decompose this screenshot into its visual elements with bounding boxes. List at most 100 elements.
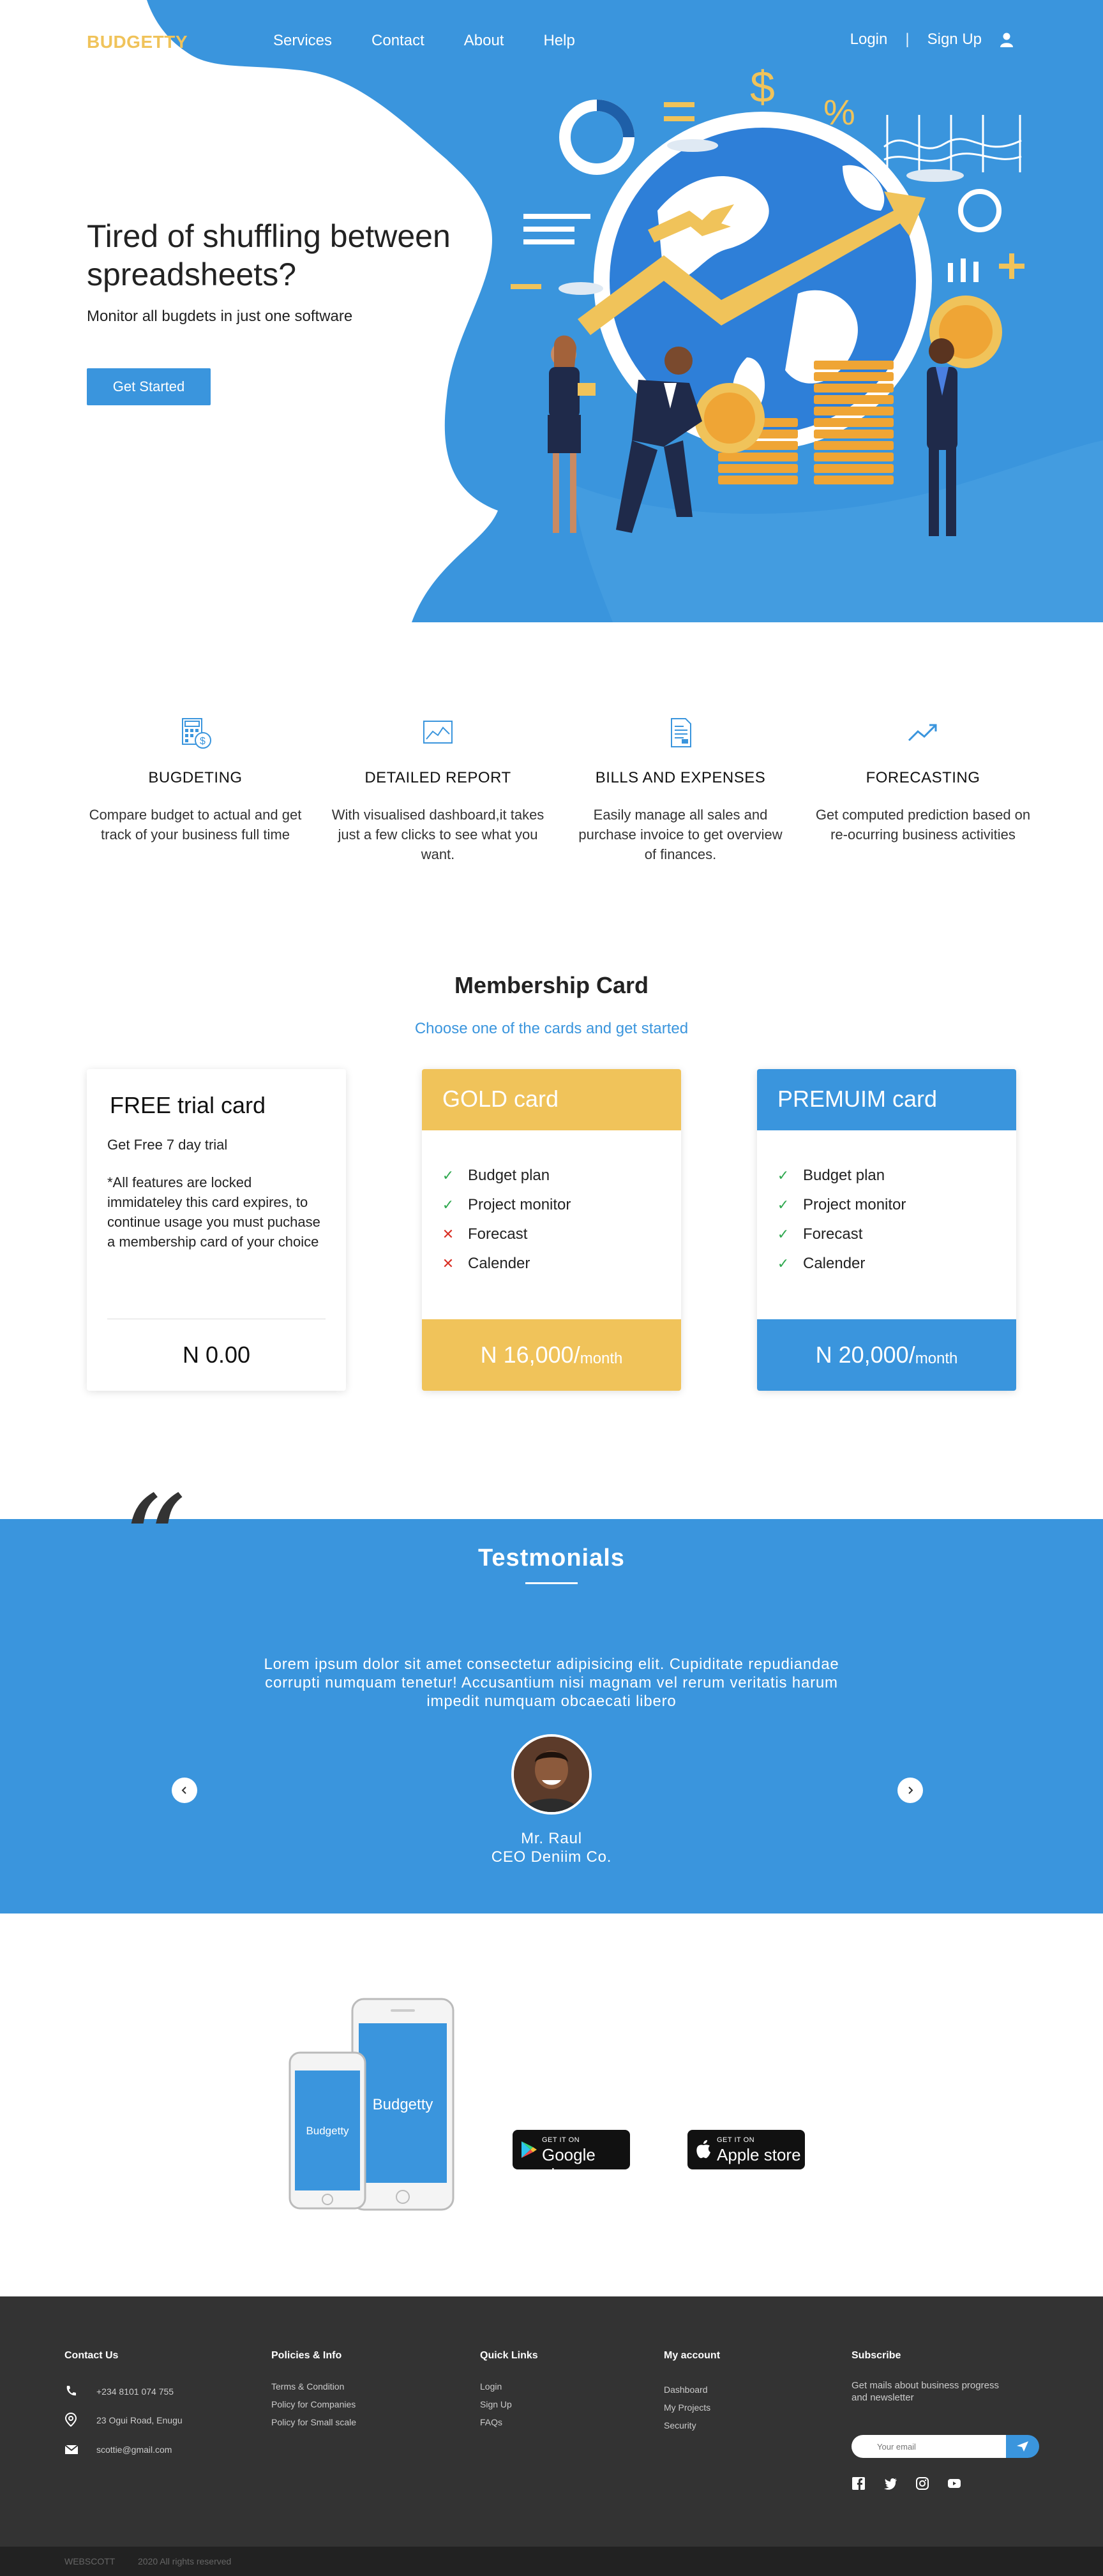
cross-icon: ✕: [442, 1226, 454, 1242]
testimonials-title: Testmonials: [478, 1545, 625, 1571]
card-price: N 20,000/: [815, 1342, 915, 1368]
footer-link-dashboard[interactable]: Dashboard: [664, 2385, 708, 2395]
card-title: GOLD card: [422, 1069, 681, 1130]
footer-address: 23 Ogui Road, Enugu: [96, 2415, 183, 2425]
footer-contact-title: Contact Us: [64, 2350, 119, 2361]
feature-title: BILLS AND EXPENSES: [595, 769, 766, 786]
testimonial-author: Mr. Raul CEO Deniim Co.: [0, 1829, 1103, 1866]
phone-icon: [66, 2386, 76, 2396]
copyright-text: 2020 All rights reserved: [138, 2556, 232, 2566]
check-icon: ✓: [777, 1197, 790, 1213]
gold-card[interactable]: GOLD card ✓ Budget plan ✓ Project monitor …: [422, 1069, 681, 1391]
list-item: ✓ Project monitor: [777, 1196, 906, 1213]
twitter-icon[interactable]: [883, 2476, 897, 2490]
footer-account-title: My account: [664, 2350, 721, 2361]
store-caption: GET IT ON: [717, 2136, 755, 2144]
check-icon: ✓: [777, 1255, 790, 1271]
location-icon: [64, 2413, 77, 2427]
free-trial-card[interactable]: FREE trial card Get Free 7 day trial *Al…: [87, 1069, 346, 1391]
footer-link-faqs[interactable]: FAQs: [480, 2417, 502, 2427]
footer-link-policy-small-scale[interactable]: Policy for Small scale: [271, 2417, 356, 2427]
footer-policies-title: Policies & Info: [271, 2350, 342, 2361]
phone-app-label: Budgetty: [373, 2096, 433, 2113]
card-price: N 0.00: [182, 1342, 251, 1368]
list-item: ✓ Project monitor: [442, 1196, 571, 1213]
feature-text: Compare budget to actual and get track o…: [89, 807, 302, 842]
premium-card[interactable]: PREMUIM card ✓ Budget plan ✓ Project monit…: [757, 1069, 1016, 1391]
feature-bills-expenses: BILLS AND EXPENSES Easily manage all sal…: [572, 715, 789, 864]
instagram-icon[interactable]: [915, 2476, 929, 2490]
copyright-brand: WEBSCOTT: [64, 2556, 116, 2566]
list-item: ✓ Forecast: [777, 1225, 863, 1243]
feature-title: DETAILED REPORT: [364, 769, 511, 786]
feature-text: Easily manage all sales and purchase inv…: [578, 807, 783, 862]
phone-mockups: Budgetty Budgetty: [289, 1998, 454, 2211]
subscribe-text: Get mails about business progress and ne…: [852, 2380, 999, 2403]
store-caption: GET IT ON: [542, 2136, 580, 2144]
membership-title: Membership Card: [454, 972, 649, 998]
footer-phone: +234 8101 074 755: [96, 2386, 174, 2397]
store-name: Google play: [542, 2145, 596, 2184]
check-icon: ✓: [442, 1197, 454, 1213]
mail-icon: [64, 2445, 79, 2454]
google-play-button[interactable]: GET IT ON Google play: [513, 2130, 630, 2184]
card-title: FREE trial card: [110, 1092, 266, 1118]
footer: Contact Us +234 8101 074 755 23 Ogui Roa…: [0, 2296, 1103, 2547]
hero-section: BUDGETTY Services Contact About Help Log…: [0, 0, 1103, 622]
person-portrait-icon: [514, 1737, 589, 1812]
avatar: [511, 1734, 592, 1815]
apple-store-button[interactable]: GET IT ON Apple store: [687, 2130, 805, 2169]
feature-detailed-report: DETAILED REPORT With visualised dashboar…: [329, 715, 546, 864]
hero-finance-illustration: $ %: [511, 62, 1024, 536]
price-period: month: [915, 1350, 958, 1367]
svg-text:$: $: [200, 736, 206, 747]
author-name: Mr. Raul: [521, 1830, 582, 1847]
google-play-icon: [521, 2141, 537, 2158]
footer-link-my-projects[interactable]: My Projects: [664, 2402, 710, 2413]
features-section: $ BUGDETING Compare budget to actual and…: [87, 715, 1030, 868]
facebook-icon[interactable]: [852, 2476, 866, 2490]
feature-text: With visualised dashboard,it takes just …: [331, 807, 544, 862]
feature-forecasting: FORECASTING Get computed prediction base…: [814, 715, 1032, 844]
phone-app-label: Budgetty: [306, 2125, 349, 2137]
prev-testimonial-button[interactable]: [172, 1778, 197, 1803]
feature-title: BUGDETING: [148, 769, 243, 786]
footer-link-signup[interactable]: Sign Up: [480, 2399, 512, 2409]
gold-feature-list: ✓ Budget plan ✓ Project monitor ✕ Forecast …: [422, 1130, 681, 1278]
feature-budgeting: $ BUGDETING Compare budget to actual and…: [87, 715, 304, 844]
check-icon: ✓: [777, 1226, 790, 1242]
subscribe-send-button[interactable]: [1006, 2435, 1039, 2458]
footer-link-login[interactable]: Login: [480, 2381, 502, 2392]
svg-text:%: %: [823, 92, 855, 132]
membership-subtitle: Choose one of the cards and get started: [414, 1020, 689, 1037]
author-role: CEO Deniim Co.: [491, 1848, 612, 1866]
check-icon: ✓: [777, 1167, 790, 1183]
card-title: PREMUIM card: [757, 1069, 1016, 1130]
list-item: ✓ Calender: [777, 1255, 866, 1272]
store-name: Apple store: [717, 2145, 801, 2164]
card-note: *All features are locked immidateley thi…: [107, 1174, 320, 1250]
next-testimonial-button[interactable]: [897, 1778, 923, 1803]
trend-up-icon: [908, 724, 937, 742]
card-trial-text: Get Free 7 day trial: [107, 1137, 228, 1153]
send-icon: [1017, 2441, 1028, 2452]
cross-icon: ✕: [442, 1255, 454, 1271]
premium-feature-list: ✓ Budget plan ✓ Project monitor ✓ Forecast …: [757, 1130, 1016, 1278]
card-price-button[interactable]: N 20,000/month: [757, 1319, 1016, 1391]
chevron-left-icon: [181, 1786, 186, 1794]
footer-quick-links-title: Quick Links: [480, 2350, 538, 2361]
card-price-button[interactable]: N 16,000/month: [422, 1319, 681, 1391]
budget-calculator-icon: $: [182, 718, 211, 749]
footer-link-policy-companies[interactable]: Policy for Companies: [271, 2399, 356, 2409]
feature-title: FORECASTING: [866, 769, 980, 786]
svg-text:$: $: [750, 62, 775, 112]
card-price: N 16,000/: [480, 1342, 580, 1368]
testimonial-text: Lorem ipsum dolor sit amet consectetur a…: [264, 1656, 839, 1710]
youtube-icon[interactable]: [947, 2476, 961, 2490]
footer-link-security[interactable]: Security: [664, 2420, 696, 2430]
report-chart-icon: [423, 721, 453, 744]
quote-icon: “: [121, 1469, 187, 1617]
footer-subscribe-title: Subscribe: [852, 2350, 901, 2361]
footer-link-terms[interactable]: Terms & Condition: [271, 2381, 344, 2392]
footer-email[interactable]: scottie@gmail.com: [96, 2445, 172, 2455]
